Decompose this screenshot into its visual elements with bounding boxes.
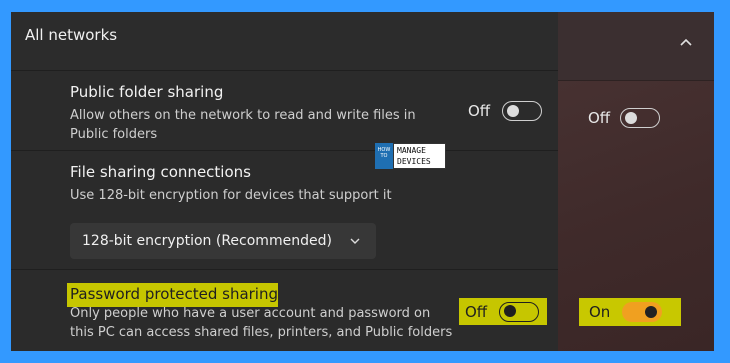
background-password-toggle-group: On (579, 298, 681, 326)
chevron-up-icon[interactable] (679, 35, 693, 49)
public-folder-toggle[interactable] (502, 101, 543, 121)
toggle-state-label: Off (468, 102, 491, 120)
description-line: this PC can access shared files, printer… (70, 325, 453, 340)
background-password-toggle[interactable] (622, 302, 663, 322)
toggle-state-label: Off (465, 302, 488, 321)
description-line: Public folders (70, 127, 158, 142)
background-header (555, 12, 714, 80)
highlighted-setting-title: Password protected sharing (67, 283, 278, 307)
section-title: All networks (25, 26, 118, 44)
setting-title: Password protected sharing (70, 285, 279, 303)
logo-text-line: MANAGE (397, 146, 426, 155)
logo-text-line: DEVICES (397, 157, 431, 166)
logo-text: MANAGE DEVICES (393, 143, 446, 169)
background-public-toggle-group: Off (588, 108, 661, 128)
description-line: Allow others on the network to read and … (70, 108, 416, 123)
chevron-down-icon (350, 238, 360, 244)
password-sharing-toggle-group: Off (459, 298, 547, 325)
background-public-toggle[interactable] (620, 108, 661, 128)
public-folder-toggle-group: Off (468, 101, 543, 121)
encryption-dropdown[interactable]: 128-bit encryption (Recommended) (70, 223, 376, 259)
setting-description: Only people who have a user account and … (70, 304, 452, 342)
public-folder-sharing-row: Public folder sharing Allow others on th… (11, 70, 558, 151)
dropdown-value: 128-bit encryption (Recommended) (82, 233, 332, 249)
setting-title: Public folder sharing (70, 83, 224, 101)
toggle-state-label: Off (588, 109, 611, 127)
divider (555, 80, 714, 81)
setting-description: Use 128-bit encryption for devices that … (70, 188, 392, 203)
password-sharing-toggle[interactable] (499, 301, 540, 322)
how-to-manage-devices-logo: HOW TO MANAGE DEVICES (375, 143, 446, 169)
toggle-state-label: On (589, 303, 611, 321)
setting-description: Allow others on the network to read and … (70, 106, 416, 144)
section-header[interactable]: All networks (11, 12, 558, 71)
setting-title: File sharing connections (70, 163, 251, 181)
all-networks-panel: All networks Public folder sharing Allow… (11, 12, 558, 351)
logo-badge: HOW TO (375, 143, 393, 169)
screenshot-frame: Off On All networks Public folder sharin… (11, 12, 714, 351)
background-settings-window: Off On (555, 12, 714, 351)
